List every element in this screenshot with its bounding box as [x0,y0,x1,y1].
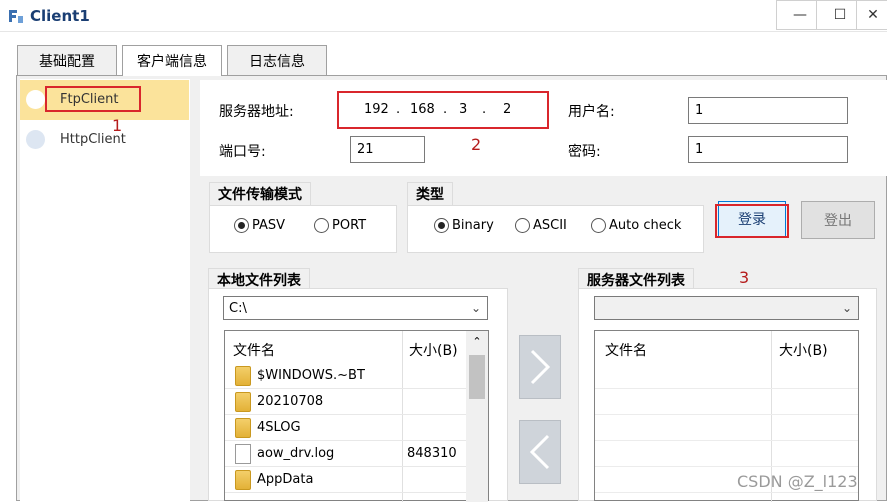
table-row [595,441,858,467]
annotation-1: 1 [112,116,123,135]
local-path-select[interactable]: C:\ ⌄ [223,296,488,320]
watermark: CSDN @Z_l123 [737,472,858,491]
port-label: 端口号: [219,144,266,160]
radio-unselected-icon [591,218,606,233]
table-row [595,389,858,415]
window-title: Client1 [30,7,90,25]
app-icon [9,10,23,23]
tab-client-info[interactable]: 客户端信息 [122,45,222,76]
port-field[interactable]: 21 [350,136,425,163]
folder-icon [235,417,251,438]
list-item[interactable]: aow_drv.log 848310 [225,441,466,467]
minimize-icon: — [793,7,807,23]
folder-icon [235,391,251,412]
username-label: 用户名: [568,104,615,120]
radio-auto-check[interactable]: Auto check [591,218,681,233]
client-dot-icon [26,90,45,109]
radio-unselected-icon [314,218,329,233]
title-bar: Client1 — ☐ ✕ [0,0,887,32]
scroll-thumb[interactable] [469,355,485,399]
password-field[interactable]: 1 [688,136,848,163]
password-label: 密码: [568,144,601,160]
folder-icon [235,365,251,386]
type-title: 类型 [407,182,453,206]
highlight-box-2 [337,91,549,129]
scrollbar[interactable]: ⌃ [466,331,488,502]
table-row [595,415,858,441]
username-field[interactable]: 1 [688,97,848,124]
list-item[interactable]: 4SLOG [225,415,466,441]
list-item[interactable]: AppData [225,467,466,493]
chevron-right-icon [530,349,551,385]
radio-selected-icon [434,218,449,233]
server-address-label: 服务器地址: [219,104,294,120]
col-header-name: 文件名 [233,343,275,359]
radio-ascii[interactable]: ASCII [515,218,567,233]
radio-pasv[interactable]: PASV [234,218,285,233]
chevron-down-icon: ⌄ [841,301,852,315]
local-file-table: 文件名 大小(B) ⌃ $WINDOWS.~BT 20210708 4SLOG … [224,330,489,502]
upload-arrow-button[interactable] [519,335,561,399]
file-icon [235,443,251,464]
list-item[interactable]: 20210708 [225,389,466,415]
chevron-down-icon: ⌄ [470,301,481,315]
list-item[interactable]: $WINDOWS.~BT [225,363,466,389]
logout-button[interactable]: 登出 [801,201,875,239]
tab-basic-config[interactable]: 基础配置 [17,45,117,75]
highlight-box-3 [715,204,789,238]
download-arrow-button[interactable] [519,420,561,484]
highlight-box-1 [45,86,141,112]
annotation-3: 3 [739,268,750,287]
col-header-size: 大小(B) [779,343,828,359]
radio-binary[interactable]: Binary [434,218,494,233]
radio-unselected-icon [515,218,530,233]
maximize-icon: ☐ [833,7,847,23]
col-header-name: 文件名 [605,343,647,359]
chevron-left-icon [529,434,550,470]
transfer-mode-title: 文件传输模式 [209,182,311,206]
client-dot-icon [26,130,45,149]
server-path-select[interactable]: ⌄ [594,296,859,320]
scroll-up-icon: ⌃ [472,335,482,348]
radio-port[interactable]: PORT [314,218,366,233]
folder-icon [235,469,251,490]
radio-selected-icon [234,218,249,233]
col-header-size: 大小(B) [409,343,458,359]
close-button[interactable]: ✕ [856,0,887,30]
tab-log-info[interactable]: 日志信息 [227,45,327,75]
table-row [595,363,858,389]
annotation-2: 2 [471,135,482,154]
list-item-httpclient[interactable]: HttpClient [20,120,189,160]
close-icon: ✕ [867,7,879,23]
